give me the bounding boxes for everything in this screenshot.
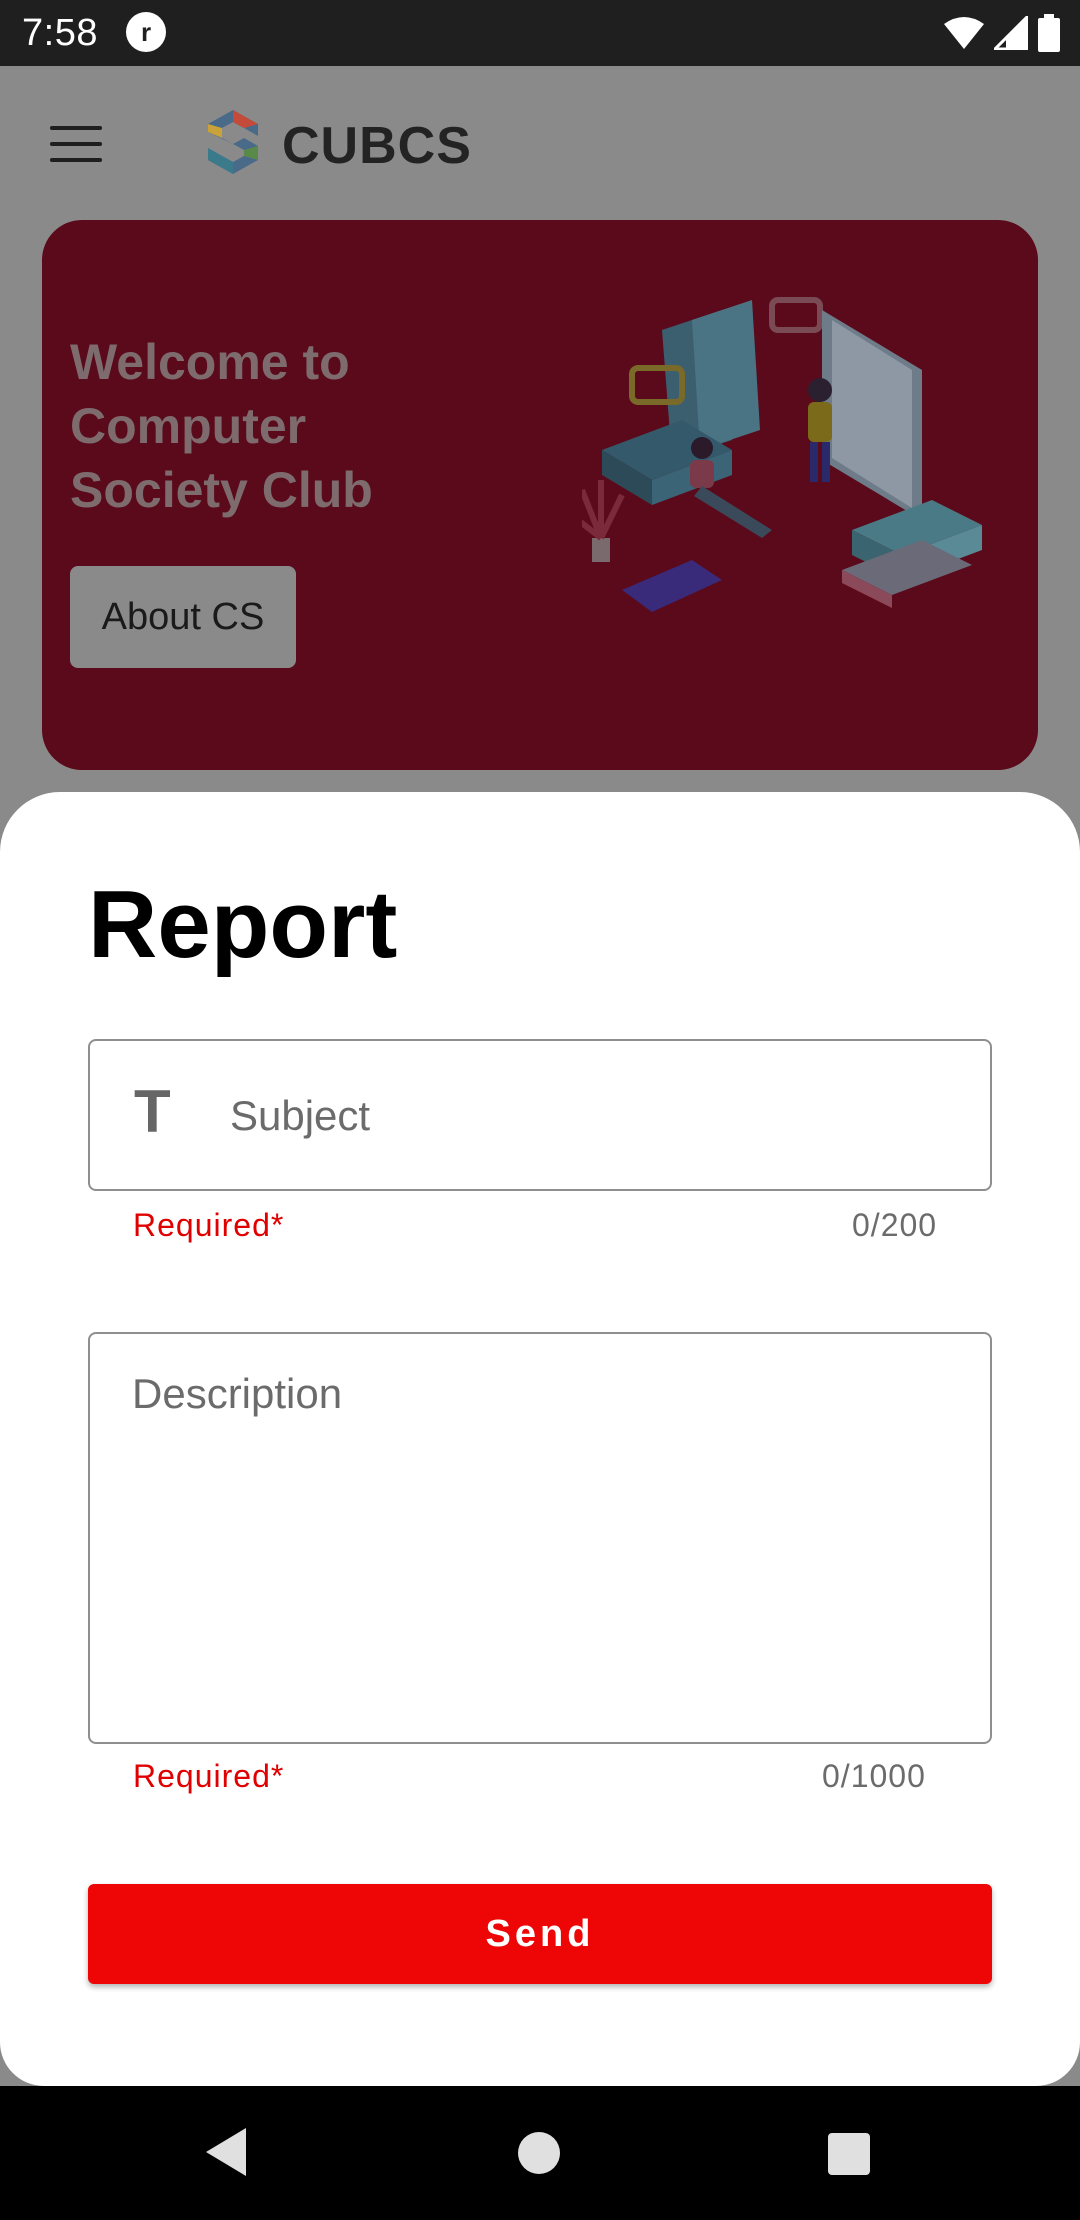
app-title: CUBCS: [282, 117, 472, 175]
system-nav-bar: [0, 2086, 1080, 2220]
wifi-icon: [944, 17, 984, 49]
home-icon[interactable]: [518, 2132, 560, 2174]
cubcs-logo-icon: [208, 110, 258, 174]
recent-apps-icon[interactable]: [828, 2133, 870, 2175]
status-time: 7:58: [22, 12, 98, 54]
description-char-counter: 0/1000: [822, 1758, 926, 1794]
app-bar: CUBCS: [0, 66, 1080, 216]
hamburger-menu-icon[interactable]: [50, 126, 104, 162]
status-icons: [944, 14, 1060, 52]
send-button[interactable]: Send: [88, 1884, 992, 1984]
description-required-helper: Required*: [133, 1758, 285, 1794]
reading-illustration: [582, 297, 982, 612]
cell-signal-icon: [994, 16, 1028, 50]
welcome-heading: Welcome to Computer Society Club: [70, 334, 373, 518]
subject-input[interactable]: [230, 1069, 950, 1163]
text-format-icon: T: [134, 1078, 171, 1145]
back-icon[interactable]: [204, 2126, 250, 2178]
description-input[interactable]: [132, 1370, 952, 1710]
description-field[interactable]: [88, 1332, 992, 1744]
status-bar: 7:58 r: [0, 0, 1080, 66]
subject-char-counter: 0/200: [852, 1207, 938, 1243]
subject-required-helper: Required*: [133, 1207, 285, 1243]
report-bottom-sheet: Report T Required* 0/200 Required* 0/100…: [0, 792, 1080, 2086]
notification-app-icon: r: [126, 12, 166, 52]
battery-icon: [1038, 14, 1060, 52]
report-title: Report: [88, 871, 398, 978]
about-cs-button[interactable]: About CS: [70, 566, 296, 668]
welcome-banner: Welcome to Computer Society Club About C…: [42, 220, 1038, 770]
subject-field[interactable]: T: [88, 1039, 992, 1191]
